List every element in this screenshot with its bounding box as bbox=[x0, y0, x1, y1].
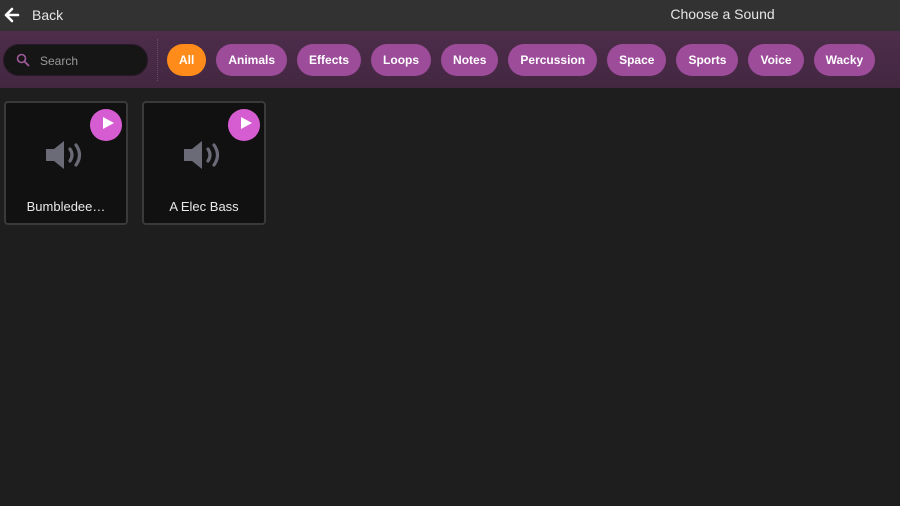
sound-name: Bumbledee… bbox=[26, 199, 106, 214]
speaker-icon bbox=[182, 137, 226, 173]
chip-space[interactable]: Space bbox=[607, 44, 667, 76]
back-label: Back bbox=[32, 7, 64, 23]
category-chips: All Animals Effects Loops Notes Percussi… bbox=[167, 44, 885, 76]
play-button[interactable] bbox=[228, 109, 260, 141]
divider bbox=[157, 39, 158, 81]
chip-notes[interactable]: Notes bbox=[441, 44, 499, 76]
speaker-icon bbox=[44, 137, 88, 173]
top-bar: Back Choose a Sound bbox=[0, 0, 900, 31]
chip-loops[interactable]: Loops bbox=[371, 44, 432, 76]
chip-sports[interactable]: Sports bbox=[676, 44, 739, 76]
sound-tile[interactable]: A Elec Bass bbox=[142, 101, 266, 225]
back-button[interactable]: Back bbox=[4, 4, 63, 26]
chip-wacky[interactable]: Wacky bbox=[813, 44, 876, 76]
chip-all[interactable]: All bbox=[167, 44, 207, 76]
sound-tile[interactable]: Bumbledee… bbox=[4, 101, 128, 225]
search-input[interactable] bbox=[40, 51, 140, 71]
chip-animals[interactable]: Animals bbox=[216, 44, 288, 76]
sound-name: A Elec Bass bbox=[169, 199, 239, 214]
search-box[interactable] bbox=[3, 44, 148, 76]
chip-percussion[interactable]: Percussion bbox=[508, 44, 598, 76]
filter-bar: All Animals Effects Loops Notes Percussi… bbox=[0, 31, 900, 88]
play-button[interactable] bbox=[90, 109, 122, 141]
play-icon bbox=[98, 116, 115, 135]
chip-effects[interactable]: Effects bbox=[297, 44, 362, 76]
chip-voice[interactable]: Voice bbox=[748, 44, 804, 76]
page-title: Choose a Sound bbox=[670, 6, 775, 22]
arrow-left-icon bbox=[4, 7, 20, 23]
play-icon bbox=[236, 116, 253, 135]
sound-grid: Bumbledee… A Elec Bass bbox=[4, 101, 280, 225]
